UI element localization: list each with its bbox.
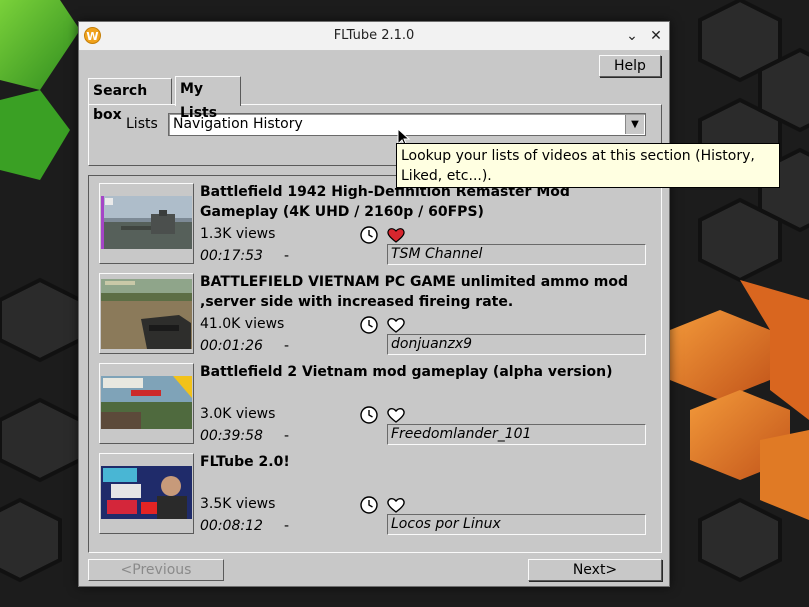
video-channel[interactable]: Freedomlander_101	[387, 424, 646, 445]
heart-icon[interactable]	[386, 496, 406, 514]
app-window: W FLTube 2.1.0 ⌄ ✕ Help Search box My Li…	[78, 21, 670, 587]
video-views: 1.3K views	[200, 226, 276, 242]
heart-icon[interactable]	[386, 226, 406, 244]
separator: -	[284, 518, 290, 534]
video-title[interactable]: Battlefield 1942 High-Definition Remaste…	[200, 182, 640, 222]
close-icon[interactable]: ✕	[646, 26, 666, 46]
video-list: Battlefield 1942 High-Definition Remaste…	[88, 175, 662, 553]
previous-button[interactable]: <Previous	[88, 559, 224, 581]
video-views: 3.0K views	[200, 406, 276, 422]
video-thumbnail[interactable]	[99, 273, 194, 354]
heart-icon[interactable]	[386, 406, 406, 424]
video-title[interactable]: BATTLEFIELD VIETNAM PC GAME unlimited am…	[200, 272, 640, 312]
clock-icon[interactable]	[360, 406, 378, 424]
tooltip: Lookup your lists of videos at this sect…	[396, 143, 780, 188]
video-title[interactable]: Battlefield 2 Vietnam mod gameplay (alph…	[200, 362, 640, 382]
video-title[interactable]: FLTube 2.0!	[200, 452, 640, 472]
clock-icon[interactable]	[360, 496, 378, 514]
video-duration: 00:39:58	[200, 428, 263, 444]
thumbnail-image	[101, 196, 192, 249]
video-thumbnail[interactable]	[99, 183, 194, 264]
video-duration: 00:17:53	[200, 248, 263, 264]
list-item[interactable]: Battlefield 1942 High-Definition Remaste…	[98, 180, 650, 266]
thumbnail-image	[101, 466, 192, 519]
list-item[interactable]: FLTube 2.0! 3.5K views 00:08:12 - Locos …	[98, 450, 650, 536]
video-duration: 00:08:12	[200, 518, 263, 534]
video-thumbnail[interactable]	[99, 453, 194, 534]
separator: -	[284, 428, 290, 444]
video-channel[interactable]: Locos por Linux	[387, 514, 646, 535]
clock-icon[interactable]	[360, 316, 378, 334]
list-item[interactable]: Battlefield 2 Vietnam mod gameplay (alph…	[98, 360, 650, 446]
video-channel[interactable]: TSM Channel	[387, 244, 646, 265]
video-duration: 00:01:26	[200, 338, 263, 354]
lists-label: Lists	[126, 116, 158, 132]
dropdown-arrow-icon[interactable]: ▼	[625, 115, 644, 134]
separator: -	[284, 338, 290, 354]
video-views: 41.0K views	[200, 316, 285, 332]
video-views: 3.5K views	[200, 496, 276, 512]
list-item[interactable]: BATTLEFIELD VIETNAM PC GAME unlimited am…	[98, 270, 650, 356]
title-bar[interactable]: W FLTube 2.1.0 ⌄ ✕	[79, 22, 669, 51]
thumbnail-image	[101, 376, 192, 429]
separator: -	[284, 248, 290, 264]
next-button[interactable]: Next>	[528, 559, 662, 581]
window-title: FLTube 2.1.0	[333, 28, 415, 43]
help-button[interactable]: Help	[599, 55, 661, 77]
video-thumbnail[interactable]	[99, 363, 194, 444]
tab-my-lists[interactable]: My Lists	[175, 76, 241, 121]
tab-search-box[interactable]: Search box	[88, 78, 172, 123]
heart-icon[interactable]	[386, 316, 406, 334]
thumbnail-image	[101, 279, 192, 349]
clock-icon[interactable]	[360, 226, 378, 244]
chevron-down-icon[interactable]: ⌄	[622, 26, 642, 46]
video-channel[interactable]: donjuanzx9	[387, 334, 646, 355]
